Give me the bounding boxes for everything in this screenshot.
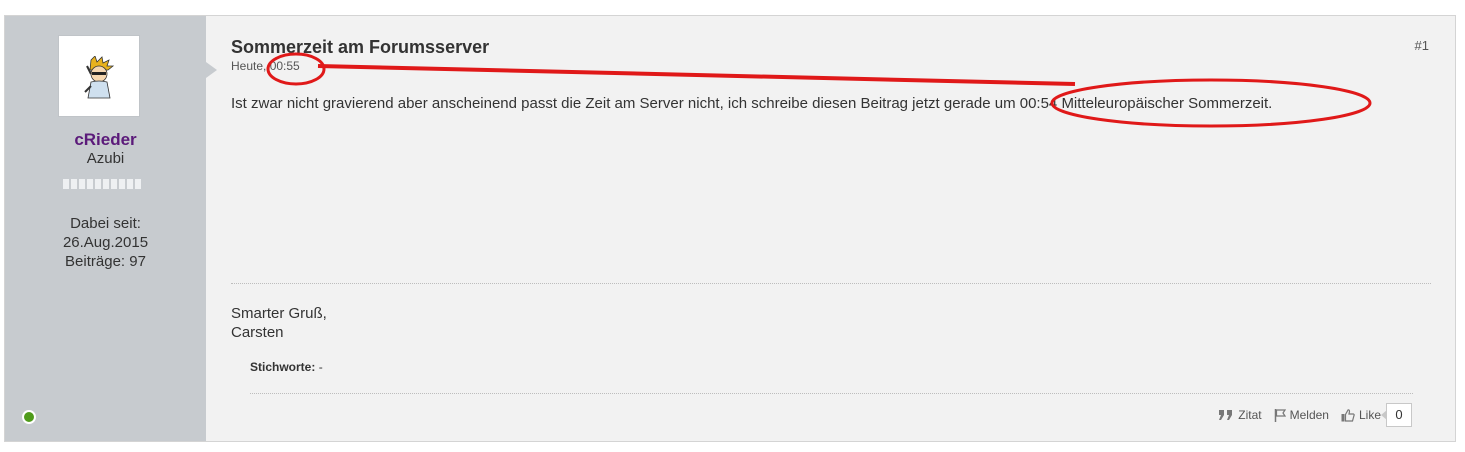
post-title: Sommerzeit am Forumsserver bbox=[231, 37, 490, 57]
rank-bar bbox=[63, 179, 141, 189]
post-message: Ist zwar nicht gravierend aber anscheine… bbox=[231, 95, 1273, 112]
post-date: Heute, 00:55 bbox=[231, 59, 300, 73]
signature-divider bbox=[231, 283, 1431, 284]
thumbs-up-icon bbox=[1341, 408, 1355, 422]
online-status-icon bbox=[22, 410, 36, 424]
like-label: Like bbox=[1358, 408, 1381, 422]
post-number[interactable]: #1 bbox=[1415, 38, 1429, 53]
tags: Stichworte: - bbox=[250, 360, 323, 374]
forum-post: cRieder Azubi Dabei seit: 26.Aug.2015 Be… bbox=[4, 15, 1456, 442]
cartoon-avatar-icon bbox=[84, 56, 115, 99]
avatar[interactable] bbox=[58, 35, 140, 117]
username[interactable]: cRieder bbox=[5, 130, 206, 150]
report-label: Melden bbox=[1289, 408, 1329, 422]
like-button[interactable]: Like bbox=[1341, 408, 1381, 422]
actions-divider bbox=[250, 393, 1413, 394]
user-meta: Dabei seit: 26.Aug.2015 Beiträge: 97 bbox=[5, 214, 206, 271]
joined-date: 26.Aug.2015 bbox=[62, 234, 149, 251]
tags-label: Stichworte: bbox=[250, 360, 316, 374]
quote-icon bbox=[1219, 410, 1233, 420]
signature: Smarter Gruß, Carsten bbox=[231, 304, 327, 342]
like-count: 0 bbox=[1381, 403, 1412, 427]
user-rank: Azubi bbox=[86, 150, 125, 167]
signature-line: Smarter Gruß, bbox=[231, 305, 327, 322]
signature-line: Carsten bbox=[231, 324, 284, 341]
joined-label: Dabei seit: bbox=[70, 215, 141, 232]
report-button[interactable]: Melden bbox=[1274, 408, 1329, 422]
quote-button[interactable]: Zitat bbox=[1218, 408, 1262, 422]
post-count: Beiträge: 97 bbox=[65, 253, 146, 270]
post-actions: Zitat Melden Like 0 bbox=[1206, 403, 1412, 427]
tags-value: - bbox=[318, 360, 323, 374]
user-sidebar: cRieder Azubi Dabei seit: 26.Aug.2015 Be… bbox=[5, 16, 217, 441]
flag-icon bbox=[1274, 408, 1286, 422]
quote-label: Zitat bbox=[1238, 408, 1262, 422]
